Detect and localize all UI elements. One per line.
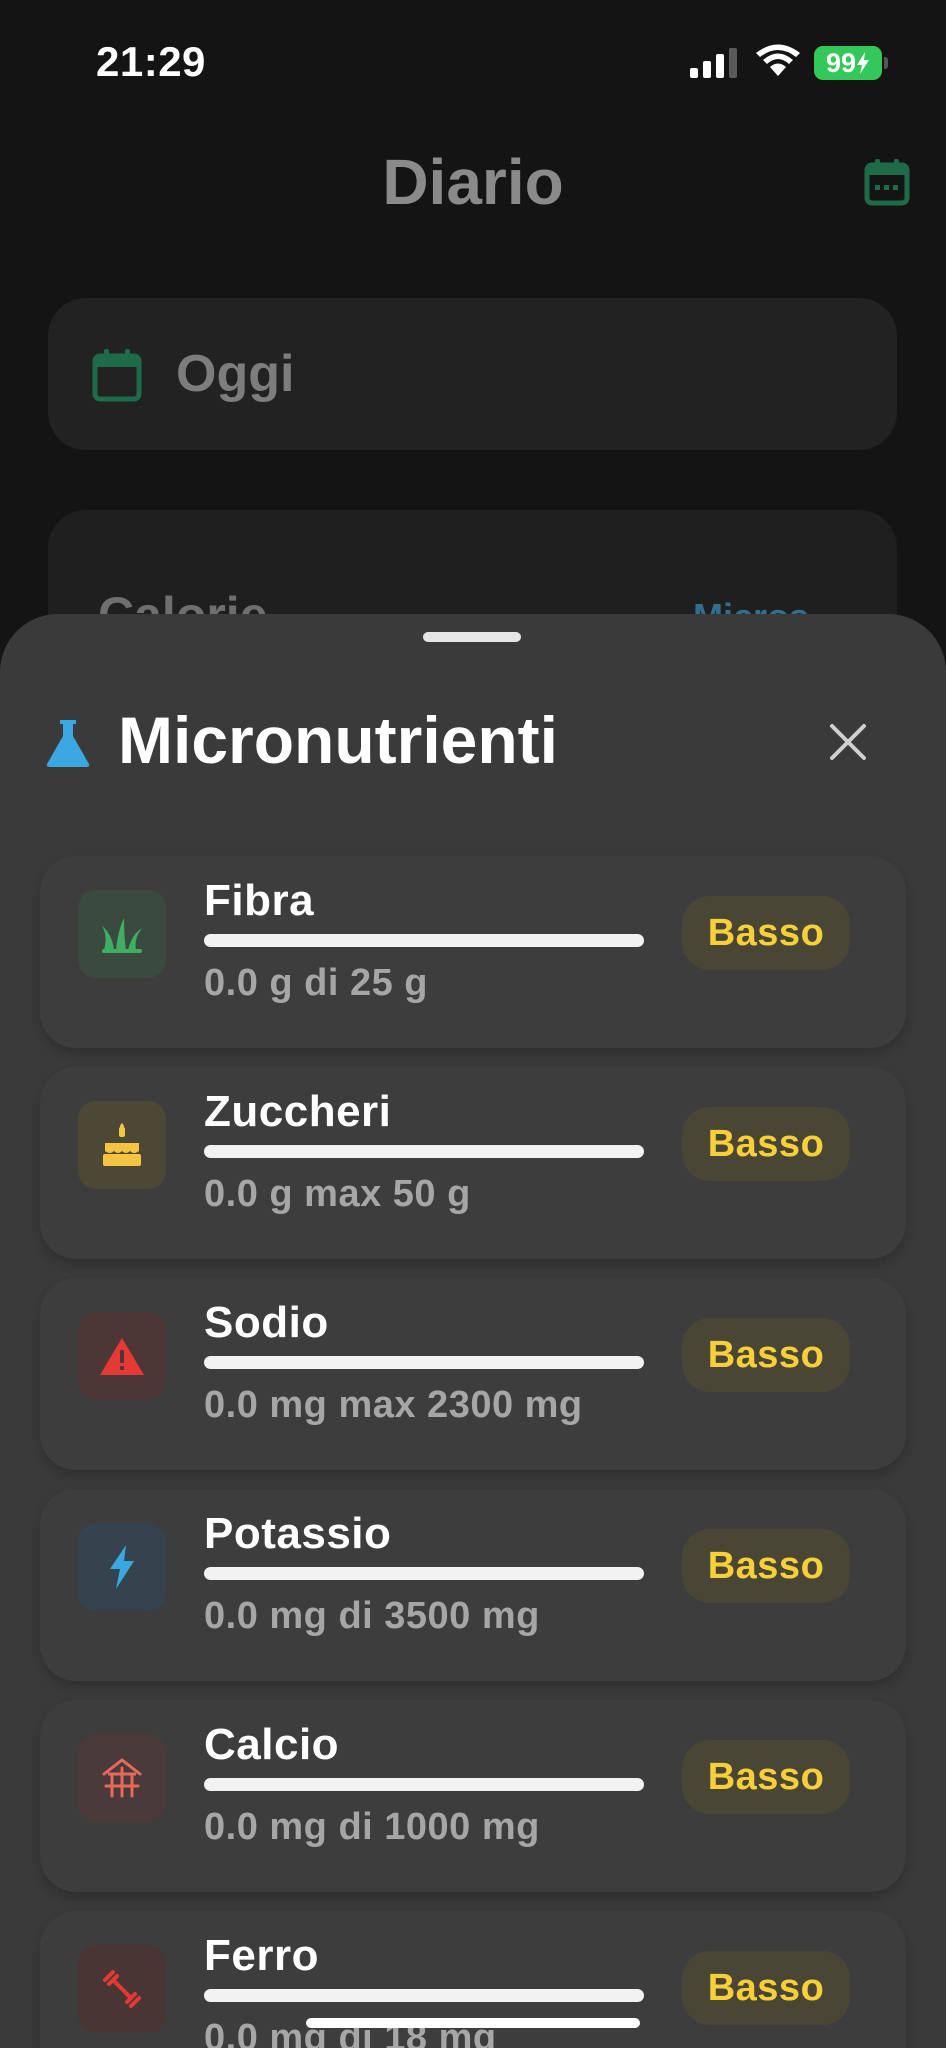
fibra-icon-tile [78, 890, 166, 978]
charging-bolt-icon [857, 52, 870, 74]
progress-bar [204, 1567, 644, 1580]
date-label: Oggi [176, 345, 295, 403]
progress-bar [204, 934, 644, 947]
progress-bar [204, 1145, 644, 1158]
status-badge: Basso [682, 1318, 850, 1392]
grass-icon [102, 918, 142, 953]
status-badge: Basso [682, 896, 850, 970]
nutrient-name: Potassio [204, 1509, 392, 1558]
progress-bar [204, 1356, 644, 1369]
potassio-icon-tile [78, 1523, 166, 1611]
status-badge: Basso [682, 1951, 850, 2025]
status-time: 21:29 [96, 38, 206, 85]
nutrient-detail: 0.0 g max 50 g [204, 1173, 471, 1215]
wifi-icon [756, 44, 800, 76]
micronutrient-list: Fibra 0.0 g di 25 g Basso Zuccheri 0.0 g… [40, 856, 906, 2048]
bone-icon [102, 1758, 142, 1798]
nutrient-detail: 0.0 mg di 3500 mg [204, 1595, 540, 1637]
nutrient-name: Ferro [204, 1931, 319, 1980]
close-icon[interactable] [824, 718, 872, 766]
list-item[interactable]: Calcio 0.0 mg di 1000 mg Basso [40, 1700, 906, 1892]
list-item[interactable]: Zuccheri 0.0 g max 50 g Basso [40, 1067, 906, 1259]
ferro-icon-tile [78, 1945, 166, 2033]
date-selector[interactable]: Oggi [48, 298, 897, 450]
calendar-icon[interactable] [864, 158, 910, 206]
progress-bar [204, 1989, 644, 2002]
status-badge: Basso [682, 1529, 850, 1603]
battery-icon: 99 [814, 46, 888, 80]
status-bar: 21:29 99 [0, 0, 946, 120]
calendar-icon [92, 349, 142, 402]
micronutrients-sheet: Micronutrienti Fibra 0.0 g di 25 g Basso [0, 614, 946, 2048]
warning-icon [100, 1338, 144, 1375]
dumbbell-icon [103, 1970, 141, 2008]
battery-level: 99 [825, 47, 857, 78]
sodio-icon-tile [78, 1312, 166, 1400]
status-badge: Basso [682, 1107, 850, 1181]
nutrient-detail: 0.0 g di 25 g [204, 962, 429, 1004]
nutrient-name: Calcio [204, 1720, 340, 1769]
list-item[interactable]: Fibra 0.0 g di 25 g Basso [40, 856, 906, 1048]
list-item[interactable]: Potassio 0.0 mg di 3500 mg Basso [40, 1489, 906, 1681]
zuccheri-icon-tile [78, 1101, 166, 1189]
calcio-icon-tile [78, 1734, 166, 1822]
status-badge: Basso [682, 1740, 850, 1814]
list-item[interactable]: Sodio 0.0 mg max 2300 mg Basso [40, 1278, 906, 1470]
progress-bar [204, 1778, 644, 1791]
bolt-icon [110, 1545, 134, 1589]
page-title: Diario [382, 146, 564, 218]
nutrient-name: Sodio [204, 1298, 329, 1347]
cake-icon [103, 1123, 141, 1166]
nutrient-name: Zuccheri [204, 1087, 392, 1136]
nutrient-detail: 0.0 mg di 1000 mg [204, 1806, 540, 1848]
flask-icon [46, 720, 90, 767]
sheet-grabber[interactable] [423, 632, 521, 642]
sheet-title: Micronutrienti [118, 703, 558, 777]
nutrient-name: Fibra [204, 876, 315, 925]
cellular-signal-icon [690, 48, 737, 78]
home-indicator [306, 2018, 640, 2028]
nutrient-detail: 0.0 mg max 2300 mg [204, 1384, 583, 1426]
